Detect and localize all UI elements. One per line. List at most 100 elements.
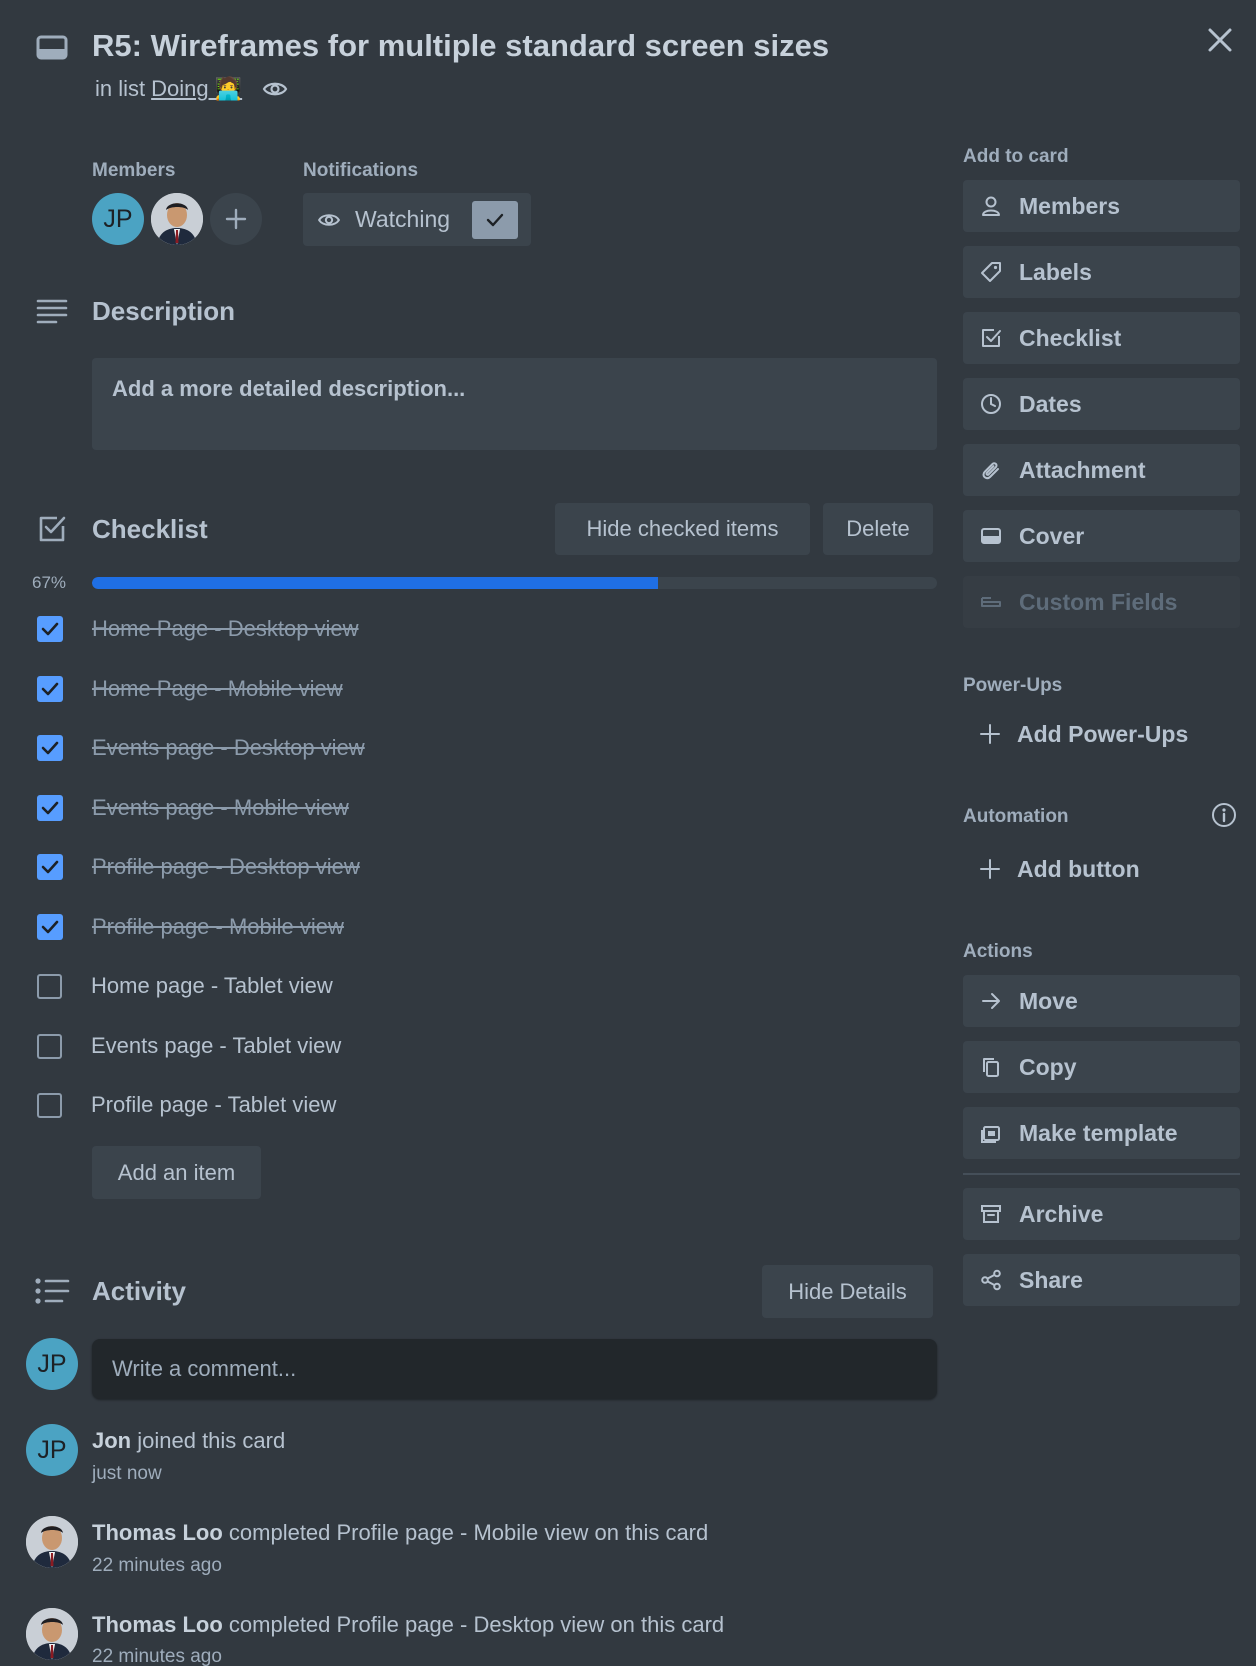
close-button[interactable]	[1202, 22, 1238, 58]
watching-eye-icon	[262, 79, 288, 99]
checklist-item[interactable]: Events page - Desktop view	[37, 728, 917, 768]
checklist-item-text[interactable]: Events page - Mobile view	[92, 795, 349, 821]
checklist-item[interactable]: Profile page - Tablet view	[37, 1085, 917, 1125]
member-avatar-photo[interactable]	[151, 193, 203, 245]
checklist-item-checkbox[interactable]	[37, 616, 63, 642]
action-move-button[interactable]: Move	[963, 975, 1240, 1027]
activity-avatar-jp: JP	[26, 1424, 78, 1476]
sidebar-attachment-button[interactable]: Attachment	[963, 444, 1240, 496]
activity-time[interactable]: 22 minutes ago	[92, 1555, 222, 1577]
custom-fields-icon	[979, 590, 1003, 614]
checklist-item-checkbox[interactable]	[37, 735, 63, 761]
activity-entry-text: Thomas Loo completed Profile page - Desk…	[92, 1612, 724, 1638]
sidebar-button-label: Custom Fields	[1019, 588, 1178, 615]
checklist-item-text[interactable]: Profile page - Desktop view	[92, 854, 360, 880]
activity-avatar-photo	[26, 1608, 78, 1660]
card-title: R5: Wireframes for multiple standard scr…	[92, 28, 830, 63]
checklist-item-text[interactable]: Profile page - Tablet view	[91, 1092, 336, 1118]
sidebar-checklist-button[interactable]: Checklist	[963, 312, 1240, 364]
checklist-item[interactable]: Home Page - Desktop view	[37, 609, 917, 649]
activity-actor[interactable]: Thomas Loo	[92, 1520, 223, 1545]
comment-input[interactable]: Write a comment...	[92, 1339, 937, 1399]
checklist-item-text[interactable]: Home Page - Desktop view	[92, 616, 359, 642]
checkmark-icon	[41, 860, 59, 874]
activity-time[interactable]: just now	[92, 1463, 162, 1485]
sidebar-button-label: Checklist	[1019, 324, 1122, 351]
card-icon	[36, 34, 68, 62]
checklist-item[interactable]: Profile page - Desktop view	[37, 847, 917, 887]
add-checklist-item-button[interactable]: Add an item	[92, 1146, 261, 1199]
delete-checklist-button[interactable]: Delete	[823, 503, 933, 555]
action-copy-button[interactable]: Copy	[963, 1041, 1240, 1093]
checkmark-icon	[41, 682, 59, 696]
comment-avatar: JP	[26, 1338, 78, 1390]
add-member-button[interactable]	[210, 193, 262, 245]
checklist-item-checkbox[interactable]	[37, 676, 63, 702]
checklist-item-text[interactable]: Events page - Desktop view	[92, 735, 365, 761]
checkmark-icon	[41, 741, 59, 755]
arrow-right-icon	[979, 989, 1003, 1013]
sidebar-members-button[interactable]: Members	[963, 180, 1240, 232]
watching-label: Watching	[355, 206, 451, 232]
checkmark-icon	[41, 920, 59, 934]
action-make-template-button[interactable]: Make template	[963, 1107, 1240, 1159]
hide-checked-items-button[interactable]: Hide checked items	[555, 503, 810, 555]
add-powerups-label: Add Power-Ups	[1017, 720, 1189, 747]
action-share-button[interactable]: Share	[963, 1254, 1240, 1306]
action-label: Move	[1019, 987, 1078, 1014]
checklist-percent: 67%	[32, 573, 67, 592]
add-automation-button[interactable]: Add button	[963, 844, 1240, 894]
checklist-item-text[interactable]: Home page - Tablet view	[91, 973, 333, 999]
activity-time[interactable]: 22 minutes ago	[92, 1646, 222, 1666]
sidebar-labels-button[interactable]: Labels	[963, 246, 1240, 298]
checklist-item-checkbox[interactable]	[37, 1092, 62, 1118]
watching-button[interactable]: Watching	[303, 193, 531, 246]
person-icon	[979, 194, 1003, 218]
share-icon	[979, 1268, 1003, 1292]
checklist-item-text[interactable]: Profile page - Mobile view	[92, 914, 344, 940]
checklist-item-checkbox[interactable]	[37, 795, 63, 821]
hide-details-button[interactable]: Hide Details	[762, 1265, 933, 1318]
checklist-item-checkbox[interactable]	[37, 1033, 62, 1059]
checklist-item[interactable]: Home Page - Mobile view	[37, 669, 917, 709]
activity-actor[interactable]: Thomas Loo	[92, 1612, 223, 1637]
in-list-prefix: in list	[95, 76, 146, 101]
checklist-item-text[interactable]: Events page - Tablet view	[91, 1033, 341, 1059]
members-label: Members	[92, 160, 176, 181]
checklist-item-text[interactable]: Home Page - Mobile view	[92, 676, 343, 702]
checklist-item-checkbox[interactable]	[37, 973, 62, 999]
list-link[interactable]: Doing 🧑‍💻	[151, 76, 242, 102]
checklist-item-checkbox[interactable]	[37, 914, 63, 940]
clock-icon	[979, 392, 1003, 416]
action-label: Copy	[1019, 1053, 1077, 1080]
checklist-item[interactable]: Home page - Tablet view	[37, 966, 917, 1006]
sidebar-cover-button[interactable]: Cover	[963, 510, 1240, 562]
checklist-item[interactable]: Events page - Tablet view	[37, 1026, 917, 1066]
description-title: Description	[92, 296, 236, 326]
actions-divider	[963, 1173, 1240, 1175]
automation-info-button[interactable]	[1211, 802, 1237, 828]
add-button-label: Add button	[1017, 855, 1140, 882]
checklist-item-checkbox[interactable]	[37, 854, 63, 880]
description-icon	[36, 298, 68, 326]
archive-icon	[979, 1202, 1003, 1226]
add-powerups-button[interactable]: Add Power-Ups	[963, 709, 1240, 759]
action-archive-button[interactable]: Archive	[963, 1188, 1240, 1240]
checklist-item[interactable]: Events page - Mobile view	[37, 788, 917, 828]
checklist-item[interactable]: Profile page - Mobile view	[37, 907, 917, 947]
plus-icon	[979, 858, 1001, 880]
description-input[interactable]: Add a more detailed description...	[92, 358, 937, 450]
automation-label: Automation	[963, 806, 1069, 827]
sidebar-button-label: Dates	[1019, 390, 1082, 417]
sidebar-button-label: Attachment	[1019, 456, 1146, 483]
checklist-progress-bar	[92, 577, 937, 589]
sidebar-dates-button[interactable]: Dates	[963, 378, 1240, 430]
eye-icon	[317, 213, 341, 226]
checklist-title: Checklist	[92, 514, 208, 544]
activity-actor[interactable]: Jon	[92, 1428, 131, 1453]
action-label: Archive	[1019, 1200, 1104, 1227]
watching-check	[472, 200, 519, 239]
member-avatar-jp[interactable]: JP	[92, 193, 144, 245]
close-icon	[1208, 28, 1232, 52]
tag-icon	[979, 260, 1003, 284]
